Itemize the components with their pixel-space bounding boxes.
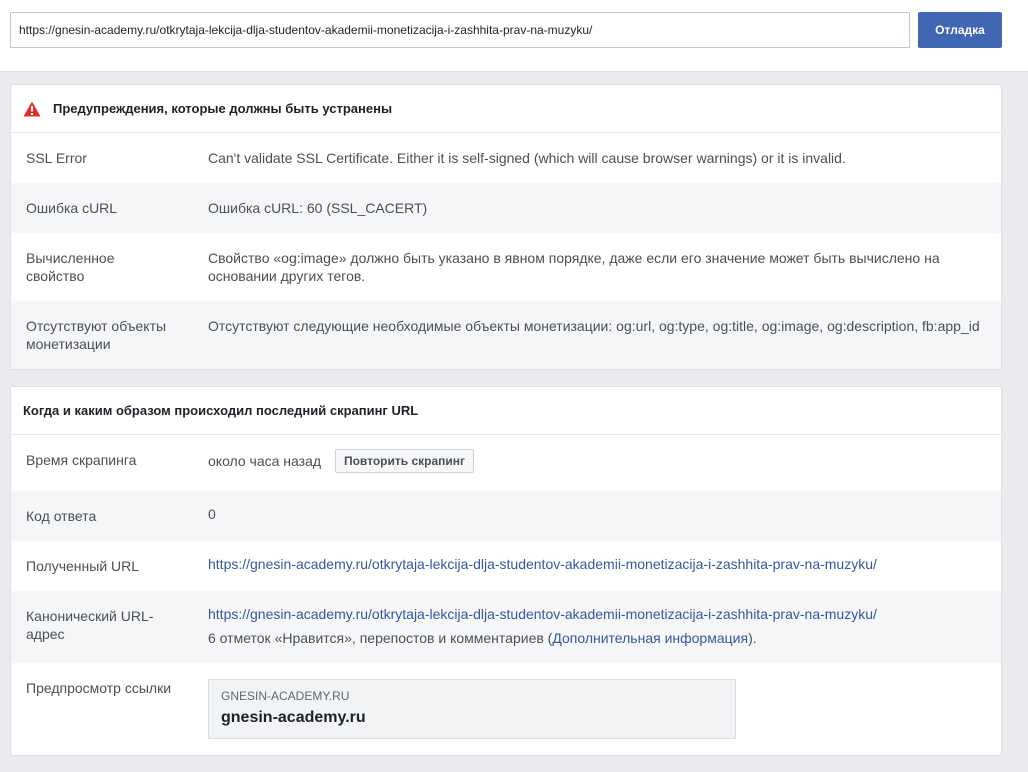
- top-bar: Отладка: [0, 0, 1028, 72]
- warning-label: Ошибка cURL: [26, 200, 118, 216]
- response-code-value: 0: [208, 506, 216, 522]
- scrape-header: Когда и каким образом происходил последн…: [11, 387, 1001, 435]
- scrape-time-value: около часа назад: [208, 453, 322, 469]
- warning-label: SSL Error: [26, 150, 87, 166]
- link-preview-label: Предпросмотр ссылки: [26, 680, 172, 696]
- url-input[interactable]: [10, 12, 910, 48]
- warning-value: Свойство «og:image» должно быть указано …: [208, 250, 940, 284]
- warnings-card: Предупреждения, которые должны быть устр…: [10, 84, 1002, 370]
- warning-row: Отсутствуют объекты монетизации Отсутств…: [11, 301, 1001, 369]
- warning-value: Ошибка cURL: 60 (SSL_CACERT): [208, 200, 428, 216]
- fetched-url-link[interactable]: https://gnesin-academy.ru/otkrytaja-lekc…: [208, 556, 877, 572]
- link-preview-row: Предпросмотр ссылки GNESIN-ACADEMY.RU gn…: [11, 663, 1001, 755]
- debug-button[interactable]: Отладка: [918, 12, 1002, 48]
- canonical-url-label: Канонический URL-адрес: [26, 608, 154, 642]
- canonical-url-value: https://gnesin-academy.ru/otkrytaja-lekc…: [208, 605, 986, 647]
- engagement-suffix: ).: [748, 630, 757, 646]
- warning-label: Отсутствуют объекты монетизации: [26, 318, 167, 352]
- scrape-time-row: Время скрапинга около часа назад Повтори…: [11, 435, 1001, 491]
- warning-row: SSL Error Can't validate SSL Certificate…: [11, 133, 1001, 183]
- response-code-label: Код ответа: [26, 508, 97, 524]
- warning-triangle-icon: [23, 101, 41, 116]
- fetched-url-row: Полученный URL https://gnesin-academy.ru…: [11, 541, 1001, 591]
- engagement-text: 6 отметок «Нравится», перепостов и комме…: [208, 630, 553, 646]
- scrape-title: Когда и каким образом происходил последн…: [23, 403, 419, 418]
- scrape-time-label: Время скрапинга: [26, 452, 137, 468]
- response-code-row: Код ответа 0: [11, 491, 1001, 541]
- scrape-time-value-container: около часа назад Повторить скрапинг: [208, 449, 986, 473]
- warning-value: Отсутствуют следующие необходимые объект…: [208, 318, 980, 334]
- warnings-header: Предупреждения, которые должны быть устр…: [11, 85, 1001, 133]
- warning-row: Вычисленное свойство Свойство «og:image»…: [11, 233, 1001, 301]
- preview-domain: GNESIN-ACADEMY.RU: [221, 689, 350, 703]
- rescrape-button[interactable]: Повторить скрапинг: [334, 449, 475, 473]
- warning-value: Can't validate SSL Certificate. Either i…: [208, 150, 846, 166]
- warning-row: Ошибка cURL Ошибка cURL: 60 (SSL_CACERT): [11, 183, 1001, 233]
- fetched-url-label: Полученный URL: [26, 558, 140, 574]
- scrape-card: Когда и каким образом происходил последн…: [10, 386, 1002, 756]
- canonical-url-link[interactable]: https://gnesin-academy.ru/otkrytaja-lekc…: [208, 606, 877, 622]
- warning-label: Вычисленное свойство: [26, 250, 115, 284]
- link-preview-card[interactable]: GNESIN-ACADEMY.RU gnesin-academy.ru: [208, 679, 736, 739]
- more-info-link[interactable]: Дополнительная информация: [552, 630, 748, 646]
- canonical-url-row: Канонический URL-адрес https://gnesin-ac…: [11, 591, 1001, 663]
- engagement-count: 6 отметок «Нравится», перепостов и комме…: [208, 629, 986, 647]
- preview-title: gnesin-academy.ru: [221, 709, 366, 726]
- link-preview-container: GNESIN-ACADEMY.RU gnesin-academy.ru: [208, 679, 986, 739]
- warnings-title: Предупреждения, которые должны быть устр…: [53, 101, 393, 116]
